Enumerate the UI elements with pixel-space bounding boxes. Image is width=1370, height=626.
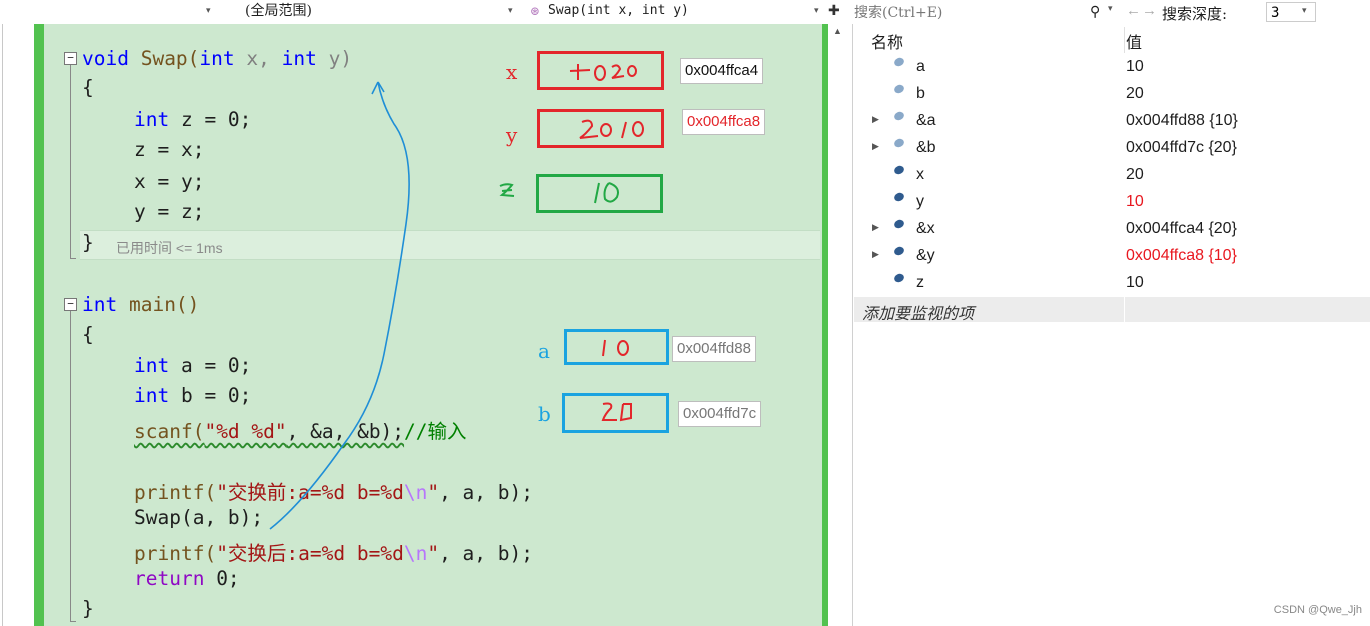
column-divider xyxy=(1124,297,1125,322)
column-header-value[interactable]: 值 xyxy=(1126,29,1142,53)
scroll-up-arrow-icon[interactable]: ▲ xyxy=(833,26,842,36)
watch-value[interactable]: 20 xyxy=(1126,85,1144,103)
watermark: CSDN @Qwe_Jjh xyxy=(1273,604,1362,616)
watch-value[interactable]: 0x004ffca4 {20} xyxy=(1126,220,1237,238)
change-tracking-margin xyxy=(34,24,44,626)
column-divider[interactable] xyxy=(1124,27,1125,53)
field-icon-dark xyxy=(892,218,906,230)
field-icon-dark xyxy=(892,164,906,176)
watch-row[interactable]: ▶ &a 0x004ffd88 {10} xyxy=(854,108,1370,135)
search-depth-select[interactable]: 3 xyxy=(1266,2,1316,22)
editor-left-border xyxy=(2,24,3,626)
watch-value[interactable]: 0x004ffd88 {10} xyxy=(1126,112,1238,130)
watch-value[interactable]: 10 xyxy=(1126,193,1144,211)
column-header-name[interactable]: 名称 xyxy=(871,29,903,53)
function-cube-icon: ⊛ xyxy=(530,4,541,18)
add-watch-item[interactable]: 添加要监视的项 xyxy=(854,297,1370,323)
vertical-scrollbar[interactable]: ▲ xyxy=(830,24,846,626)
field-icon-dark xyxy=(892,245,906,257)
expand-arrow-icon[interactable]: ▶ xyxy=(872,249,879,260)
panel-divider[interactable] xyxy=(852,24,853,626)
split-icon[interactable]: ✚ xyxy=(828,0,840,24)
search-options-arrow-icon[interactable]: ▾ xyxy=(1108,3,1113,14)
expand-arrow-icon[interactable]: ▶ xyxy=(872,141,879,152)
scrollbar-change-marker xyxy=(822,24,828,626)
watch-row[interactable]: z 10 xyxy=(854,270,1370,297)
expand-arrow-icon[interactable]: ▶ xyxy=(872,114,879,125)
watch-value[interactable]: 10 xyxy=(1126,58,1144,76)
watch-row[interactable]: y 10 xyxy=(854,189,1370,216)
expand-arrow-icon[interactable]: ▶ xyxy=(872,222,879,233)
field-icon-dark xyxy=(892,272,906,284)
editor-navigation-bar: ▾ (全局范围) ▾ ⊛ Swap(int x, int y) ▾ ✚ xyxy=(0,0,846,24)
search-depth-label: 搜索深度: xyxy=(1162,5,1228,23)
code-editor: ▲ − − void Swap(int x, int y) { int z = … xyxy=(0,24,846,626)
code-area[interactable]: − − void Swap(int x, int y) { int z = 0;… xyxy=(44,24,822,626)
field-icon-light xyxy=(892,83,906,95)
watch-row[interactable]: b 20 xyxy=(854,81,1370,108)
watch-search-input[interactable]: 搜索(Ctrl+E) xyxy=(854,2,1114,24)
watch-name: &a xyxy=(916,112,936,129)
watch-row[interactable]: ▶ &x 0x004ffca4 {20} xyxy=(854,216,1370,243)
watch-row[interactable]: a 10 xyxy=(854,54,1370,81)
search-icon[interactable]: ⚲ xyxy=(1090,3,1100,20)
annotation-call-arrow xyxy=(269,81,410,530)
field-icon-dark xyxy=(892,191,906,203)
watch-name: &b xyxy=(916,139,936,156)
watch-value[interactable]: 0x004ffca8 {10} xyxy=(1126,247,1237,265)
watch-value[interactable]: 20 xyxy=(1126,166,1144,184)
watch-row[interactable]: ▶ &y 0x004ffca8 {10} xyxy=(854,243,1370,270)
field-icon-light xyxy=(892,137,906,149)
watch-row[interactable]: ▶ &b 0x004ffd7c {20} xyxy=(854,135,1370,162)
watch-window: 搜索(Ctrl+E) ⚲ ▾ ← → 搜索深度: 3 ▾ 名称 值 a 10 b 20… xyxy=(846,0,1370,626)
field-icon-light xyxy=(892,110,906,122)
field-icon-light xyxy=(892,56,906,68)
watch-name: b xyxy=(916,85,925,102)
watch-name: y xyxy=(916,193,924,210)
scope-dropdown[interactable]: (全局范围) xyxy=(245,0,312,24)
watch-name: z xyxy=(916,274,924,291)
watch-toolbar: 搜索(Ctrl+E) ⚲ ▾ ← → 搜索深度: 3 ▾ xyxy=(846,0,1370,26)
back-arrow-icon[interactable]: ← xyxy=(1126,2,1141,19)
watch-column-header: 名称 值 xyxy=(854,27,1370,53)
forward-arrow-icon[interactable]: → xyxy=(1142,2,1157,19)
watch-row[interactable]: x 20 xyxy=(854,162,1370,189)
watch-value[interactable]: 0x004ffd7c {20} xyxy=(1126,139,1237,157)
watch-name: &x xyxy=(916,220,935,237)
watch-name: x xyxy=(916,166,924,183)
function-dropdown[interactable]: Swap(int x, int y) xyxy=(548,0,689,24)
watch-name: a xyxy=(916,58,925,75)
add-watch-item-label: 添加要监视的项 xyxy=(862,306,975,323)
watch-value[interactable]: 10 xyxy=(1126,274,1144,292)
watch-name: &y xyxy=(916,247,935,264)
depth-dropdown-arrow-icon[interactable]: ▾ xyxy=(1302,5,1307,16)
